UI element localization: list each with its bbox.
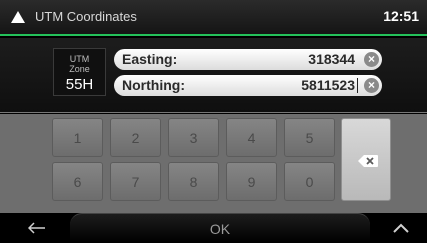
easting-label: Easting: [122,51,178,67]
numeric-keypad: 1 2 3 4 5 6 7 8 9 0 [0,114,427,213]
key-0[interactable]: 0 [284,162,335,201]
triangle-up-icon[interactable] [10,10,26,24]
arrow-left-icon [28,222,45,234]
utm-zone-label: UTM Zone [69,54,90,74]
key-9[interactable]: 9 [226,162,277,201]
ok-button[interactable]: OK [70,213,370,243]
key-3[interactable]: 3 [168,118,219,157]
key-1[interactable]: 1 [52,118,103,157]
key-2[interactable]: 2 [110,118,161,157]
backspace-icon [358,155,378,167]
bottom-bar: OK [0,213,427,243]
backspace-button[interactable] [341,118,391,201]
chevron-up-icon [393,223,409,233]
page-title: UTM Coordinates [35,9,137,24]
easting-value: 318344 [308,51,355,67]
clock: 12:51 [383,8,419,24]
utm-zone-value: 55H [65,76,94,93]
back-button[interactable] [0,213,70,243]
clear-icon[interactable]: × [364,78,379,93]
northing-label: Northing: [122,77,185,93]
key-4[interactable]: 4 [226,118,277,157]
northing-field[interactable]: Northing: 5811523 × [114,75,382,96]
expand-button[interactable] [377,213,427,243]
clear-icon[interactable]: × [364,52,379,67]
text-cursor [357,78,358,93]
key-6[interactable]: 6 [52,162,103,201]
key-5[interactable]: 5 [284,118,335,157]
easting-field[interactable]: Easting: 318344 × [114,49,382,70]
coordinate-input-panel: UTM Zone 55H Easting: 318344 × Northing: … [0,38,427,113]
title-bar: UTM Coordinates 12:51 [0,0,427,36]
utm-zone-selector[interactable]: UTM Zone 55H [53,48,106,96]
key-7[interactable]: 7 [110,162,161,201]
northing-value: 5811523 [301,77,355,93]
key-8[interactable]: 8 [168,162,219,201]
